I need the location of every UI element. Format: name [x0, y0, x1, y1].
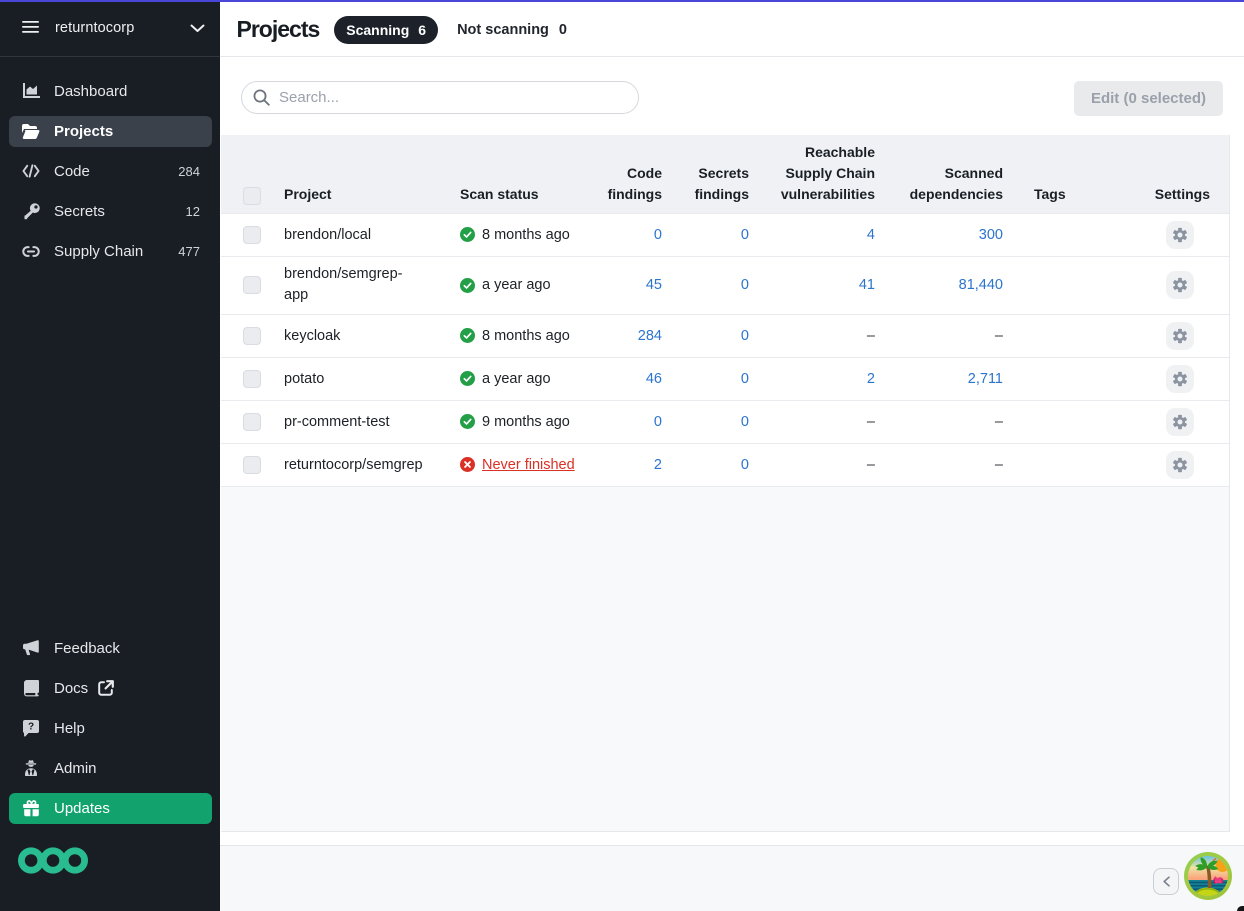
svg-text:?: ?	[28, 721, 34, 732]
